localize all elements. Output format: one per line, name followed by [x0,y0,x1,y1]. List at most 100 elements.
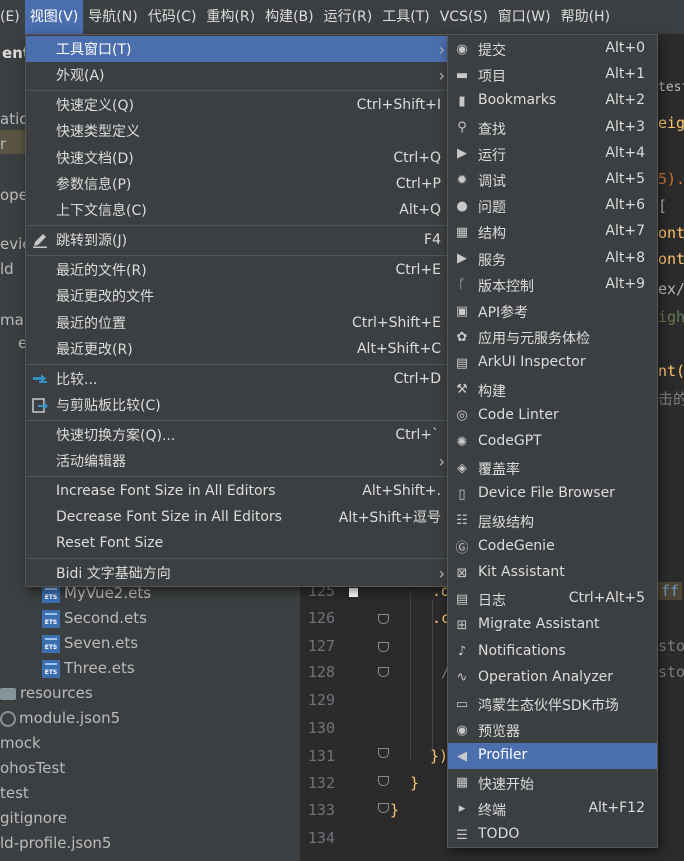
submenu-item-api[interactable]: ▣ API参考 [448,298,657,324]
menu-vcs[interactable]: VCS(S) [435,0,493,34]
submenu-item-linter[interactable]: ◎ Code Linter [448,403,657,429]
menu-item-increase-font[interactable]: Increase Font Size in All Editors Alt+Shi… [26,478,447,504]
menu-refactor[interactable]: 重构(R) [201,0,260,34]
submenu-item-checkup[interactable]: ✿ 应用与元服务体检 [448,324,657,350]
tree-file[interactable]: ETS Second.ets [42,609,147,628]
fold-marker[interactable] [378,776,389,786]
line-number: 131 [307,747,335,765]
menu-item-compare[interactable]: 比较... Ctrl+D [26,366,447,392]
fold-marker[interactable] [378,748,389,758]
submenu-item-services[interactable]: ▶ 服务 Alt+8 [448,246,657,272]
menu-item-quick-doc[interactable]: 快速文档(D) Ctrl+Q [26,145,447,171]
tree-module-json[interactable]: module.json5 [0,709,120,727]
menu-edit[interactable]: (E) [0,0,25,34]
submenu-item-search[interactable]: ⚲ 查找 Alt+3 [448,115,657,141]
menu-help[interactable]: 帮助(H) [556,0,615,34]
menu-build[interactable]: 构建(B) [260,0,319,34]
menu-run[interactable]: 运行(R) [319,0,378,34]
submenu-item-terminal[interactable]: ▸ 终端 Alt+F12 [448,796,657,822]
menu-item-context-info[interactable]: 上下文信息(C) Alt+Q [26,197,447,223]
code-fragment: ont [658,224,684,242]
submenu-item-run[interactable]: ▶ 运行 Alt+4 [448,141,657,167]
submenu-item-commit[interactable]: ◉ 提交 Alt+0 [448,36,657,62]
submenu-item-sdk[interactable]: ▭ 鸿蒙生态伙伴SDK市场 [448,691,657,717]
submenu-item-label: 覆盖率 [478,462,520,479]
submenu-item-label: 版本控制 [478,278,534,295]
menu-view[interactable]: 视图(V) [24,0,84,34]
search-icon: ⚲ [457,120,467,136]
structure-icon: ▦ [455,224,469,240]
menu-item-recent-files[interactable]: 最近的文件(R) Ctrl+E [26,257,447,283]
tree-fragment: r [0,135,7,153]
tree-file[interactable]: ETS Seven.ets [42,634,138,653]
terminal-icon: ▸ [458,801,466,817]
submenu-item-inspector[interactable]: ▤ ArkUI Inspector [448,350,657,376]
submenu-item-profiler[interactable]: ◀ Profiler [448,743,657,770]
submenu-item-shield[interactable]: ◈ 覆盖率 [448,455,657,481]
menu-item-recent-locations[interactable]: 最近的位置 Ctrl+Shift+E [26,310,447,336]
submenu-item-bookmark[interactable]: ▮ Bookmarks Alt+2 [448,88,657,114]
fold-marker[interactable] [378,642,389,652]
menu-item-quick-definition[interactable]: 快速定义(Q) Ctrl+Shift+I [26,92,447,118]
menu-item-recently-changed-files[interactable]: 最近更改的文件 [26,283,447,309]
submenu-item-quickstart[interactable]: ▦ 快速开始 [448,770,657,796]
submenu-item-hammer[interactable]: ⚒ 构建 [448,377,657,403]
fold-marker[interactable] [378,614,389,624]
menu-item-param-info[interactable]: 参数信息(P) Ctrl+P [26,171,447,197]
menu-item-reset-font[interactable]: Reset Font Size [26,530,447,556]
submenu-item-label: Notifications [478,642,566,659]
tree-mock[interactable]: mock [0,734,41,752]
folder-icon: ▬ [455,67,469,83]
submenu-item-migrate[interactable]: ⊞ Migrate Assistant [448,612,657,638]
submenu-item-log[interactable]: ▤ 日志 Ctrl+Alt+5 [448,586,657,612]
submenu-item-kit[interactable]: ⊠ Kit Assistant [448,560,657,586]
menu-separator [26,558,447,559]
menu-item-decrease-font[interactable]: Decrease Font Size in All Editors Alt+Shi… [26,504,447,530]
submenu-item-folder[interactable]: ▬ 项目 Alt+1 [448,62,657,88]
code-fragment: 击的 [658,390,684,408]
chart-icon: ∿ [456,670,468,686]
menu-item-tool-windows[interactable]: 工具窗口(T) › [26,36,447,62]
menubar: (E) 视图(V) 导航(N) 代码(C) 重构(R) 构建(B) 运行(R) … [0,0,684,34]
menu-window[interactable]: 窗口(W) [493,0,556,34]
ets-file-icon: ETS [42,584,60,603]
submenu-item-structure[interactable]: ▦ 结构 Alt+7 [448,219,657,245]
tab-fragment: test [658,80,684,95]
submenu-item-device[interactable]: ▯ Device File Browser [448,481,657,507]
submenu-item-label: Code Linter [478,406,559,423]
submenu-item-warning[interactable]: ● 问题 Alt+6 [448,193,657,219]
tree-test[interactable]: test [0,784,29,802]
menu-item-quick-type-definition[interactable]: 快速类型定义 [26,118,447,144]
submenu-item-hierarchy[interactable]: ☷ 层级结构 [448,508,657,534]
menu-item-compare-clipboard[interactable]: 与剪贴板比较(C) [26,392,447,418]
menu-item-appearance[interactable]: 外观(A) › [26,62,447,88]
submenu-item-bell[interactable]: ♪ Notifications [448,639,657,665]
tree-build-profile[interactable]: ld-profile.json5 [0,834,111,852]
submenu-item-vcs-branch[interactable]: ᚴ 版本控制 Alt+9 [448,272,657,298]
submenu-item-codegenie[interactable]: Ⓖ CodeGenie [448,534,657,560]
submenu-item-bug[interactable]: ✹ 调试 Alt+5 [448,167,657,193]
code-fragment: ont [658,250,684,268]
tree-fragment: ope [0,186,28,204]
menu-item-quick-switch-scheme[interactable]: 快速切换方案(Q)... Ctrl+` [26,422,447,448]
submenu-item-codegpt[interactable]: ✺ CodeGPT [448,429,657,455]
menu-navigate[interactable]: 导航(N) [83,0,142,34]
submenu-item-shortcut: Alt+5 [605,171,645,187]
tree-ohostest[interactable]: ohosTest [0,759,65,777]
menu-item-recent-changes[interactable]: 最近更改(R) Alt+Shift+C [26,336,447,362]
menu-item-active-editor[interactable]: 活动编辑器 › [26,448,447,474]
menu-item-bidi-direction[interactable]: Bidi 文字基础方向 › [26,560,447,586]
fold-marker[interactable] [378,667,389,677]
menu-code[interactable]: 代码(C) [143,0,202,34]
fold-marker[interactable] [378,803,389,813]
submenu-item-todo[interactable]: ☰ TODO [448,822,657,848]
tree-gitignore[interactable]: gitignore [0,809,67,827]
menu-tools[interactable]: 工具(T) [377,0,434,34]
menu-item-jump-to-source[interactable]: 跳转到源(J) F4 [26,227,447,253]
submenu-item-chart[interactable]: ∿ Operation Analyzer [448,665,657,691]
submenu-item-shortcut: Alt+2 [605,92,645,109]
tree-folder-resources[interactable]: resources [0,684,93,702]
tree-file[interactable]: ETS Three.ets [42,659,135,678]
submenu-item-eye[interactable]: ◉ 预览器 [448,717,657,743]
menu-separator [26,476,447,477]
